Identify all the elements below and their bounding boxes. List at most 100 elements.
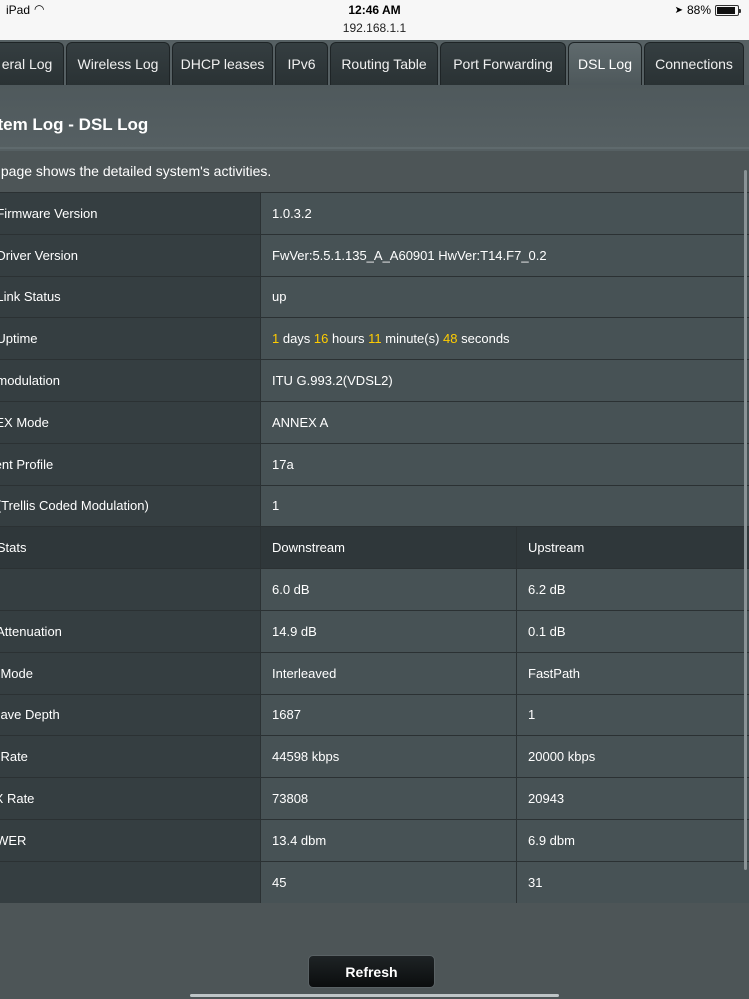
downstream-value: 14.9 dB [260,609,516,652]
main-panel: stem Log - DSL Log s page shows the deta… [0,85,749,999]
table-row: M(Trellis Coded Modulation) 1 [0,484,749,527]
label-text: NEX Mode [0,414,49,430]
upstream-header: Upstream [516,526,749,569]
row-label: L Firmware Version [0,192,260,234]
row-label: rleave Depth [0,693,260,736]
tab-dsl-log[interactable]: DSL Log [568,42,642,85]
row-label: th Mode [0,651,260,694]
table-row: AX Rate 73808 20943 [0,777,749,819]
table-row: ta Rate 44598 kbps 20000 kbps [0,735,749,778]
uptime-value: 1 days 16 hours 11 minute(s) 48 seconds [260,317,749,360]
label-text: L Driver Version [0,247,78,263]
days-label: days [279,331,314,347]
row-value: 1 [260,484,749,527]
page-description: s page shows the detailed system's activ… [0,163,272,179]
table-row: NEX Mode ANNEX A [0,400,749,443]
row-label: ta Rate [0,735,260,778]
label-text: th Mode [0,665,33,681]
row-label: e Attenuation [0,609,260,652]
clock: 12:46 AM [348,3,401,17]
dsl-info-table: L Firmware Version 1.0.3.2 L Driver Vers… [0,192,749,903]
table-row: L Firmware Version 1.0.3.2 [0,192,749,234]
tab-connections[interactable]: Connections [644,42,744,85]
scrollbar[interactable] [744,170,747,870]
refresh-button[interactable]: Refresh [308,955,435,988]
tab-ipv6[interactable]: IPv6 [275,42,328,85]
uptime-hours: 16 [313,331,329,347]
row-value: 17a [260,442,749,485]
table-row: L Driver Version FwVer:5.5.1.135_A_A6090… [0,233,749,276]
label-text: rleave Depth [0,707,60,723]
page-title: stem Log - DSL Log [0,115,149,134]
downstream-value: 1687 [260,693,516,736]
label-text: OWER [0,832,27,848]
stats-header-label: e Stats [0,526,260,569]
downstream-value: 73808 [260,777,516,819]
label-text: L Firmware Version [0,205,98,221]
stats-header-row: e Stats Downstream Upstream [0,526,749,569]
row-label: L Link Status [0,275,260,318]
table-row: rleave Depth 1687 1 [0,693,749,736]
battery-fill [717,6,735,14]
row-label: NEX Mode [0,400,260,443]
uptime-minutes: 11 [368,331,382,347]
upstream-value: 20000 kbps [516,735,749,778]
downstream-header: Downstream [260,526,516,569]
upstream-value: 31 [516,860,749,903]
upstream-value: 6.2 dB [516,568,749,610]
label-text: rrent Profile [0,456,54,472]
table-row: th Mode Interleaved FastPath [0,651,749,694]
downstream-value: Interleaved [260,651,516,694]
label-text: e Attenuation [0,623,62,639]
divider [0,147,749,149]
row-label: AX Rate [0,777,260,819]
label-text: ta Rate [0,749,28,765]
hours-label: hours [328,331,369,347]
minutes-label: minute(s) [381,331,444,347]
row-value: up [260,275,749,318]
table-row: L Uptime 1 days 16 hours 11 minute(s) 48… [0,317,749,360]
table-row: e Attenuation 14.9 dB 0.1 dB [0,609,749,652]
table-row: L modulation ITU G.993.2(VDSL2) [0,359,749,401]
table-row: OWER 13.4 dbm 6.9 dbm [0,818,749,861]
table-row: C 45 31 [0,860,749,903]
battery-percent: 88% [686,3,711,17]
downstream-value: 45 [260,860,516,903]
tab-bar: eral Log Wireless Log DHCP leases IPv6 R… [0,40,749,85]
row-label: M(Trellis Coded Modulation) [0,484,260,527]
row-label: rrent Profile [0,442,260,485]
page-header: stem Log - DSL Log [0,85,749,151]
row-value: FwVer:5.5.1.135_A_A60901 HwVer:T14.F7_0.… [260,233,749,276]
upstream-value: FastPath [516,651,749,694]
row-label: R [0,568,260,610]
tab-general-log[interactable]: eral Log [0,42,64,85]
table-row: L Link Status up [0,275,749,318]
row-label: L Driver Version [0,233,260,276]
label-text: L Uptime [0,331,38,347]
label-text: e Stats [0,540,27,556]
home-indicator[interactable] [190,994,559,997]
upstream-value: 6.9 dbm [516,818,749,861]
tab-routing-table[interactable]: Routing Table [330,42,438,85]
tab-wireless-log[interactable]: Wireless Log [66,42,170,85]
upstream-value: 20943 [516,777,749,819]
address-bar[interactable]: 192.168.1.1 [0,21,749,35]
uptime-seconds: 48 [443,331,458,347]
row-value: ANNEX A [260,400,749,443]
downstream-value: 44598 kbps [260,735,516,778]
downstream-value: 13.4 dbm [260,818,516,861]
upstream-value: 0.1 dB [516,609,749,652]
row-value: 1.0.3.2 [260,192,749,234]
row-label: L modulation [0,359,260,401]
tab-dhcp-leases[interactable]: DHCP leases [172,42,273,85]
location-arrow-icon: ➤ [674,4,683,16]
upstream-value: 1 [516,693,749,736]
tab-port-forwarding[interactable]: Port Forwarding [440,42,566,85]
row-label: C [0,860,260,903]
row-label: L Uptime [0,317,260,360]
status-bar: iPad ◠ 12:46 AM 192.168.1.1 ➤ 88% [0,0,749,40]
downstream-value: 6.0 dB [260,568,516,610]
row-value: ITU G.993.2(VDSL2) [260,359,749,401]
table-row: rrent Profile 17a [0,442,749,485]
label-text: L Link Status [0,289,61,305]
